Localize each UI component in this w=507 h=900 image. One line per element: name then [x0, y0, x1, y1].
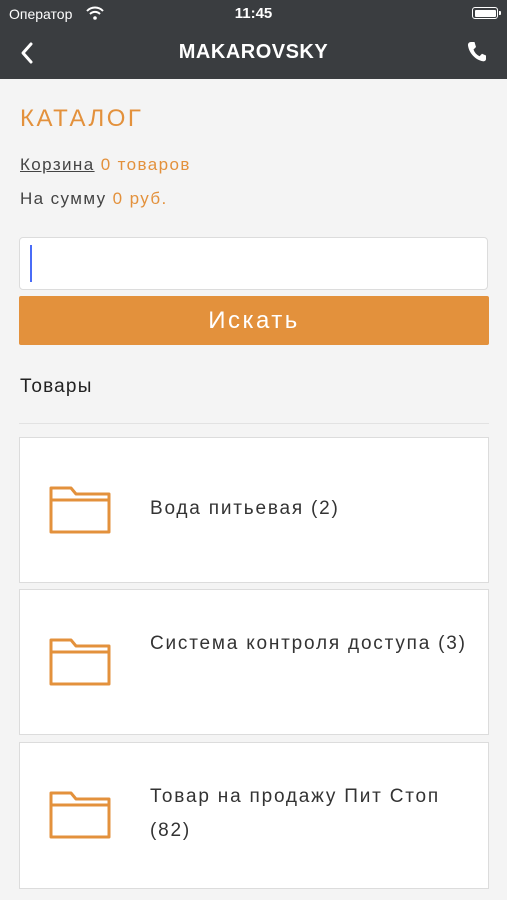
cart-summary: Корзина 0 товаров [20, 155, 191, 175]
section-title: Товары [20, 376, 93, 397]
cart-total: На сумму 0 руб. [20, 189, 168, 209]
category-card-water[interactable]: Вода питьевая (2) [19, 437, 489, 583]
category-label: Вода питьевая (2) [150, 498, 340, 519]
search-input[interactable] [19, 237, 488, 290]
sum-value: 0 руб. [112, 189, 168, 208]
nav-bar: MAKAROVSKY [0, 28, 507, 79]
battery-icon [472, 7, 501, 19]
search-button[interactable]: Искать [19, 296, 489, 345]
page-title: MAKAROVSKY [178, 41, 329, 63]
text-cursor [30, 245, 32, 282]
status-bar: Оператор 11:45 [0, 0, 507, 28]
cart-count: 0 товаров [100, 155, 191, 174]
category-card-access-control[interactable]: Система контроля доступа (3) [19, 589, 489, 735]
clock: 11:45 [234, 5, 273, 22]
phone-icon[interactable] [467, 41, 487, 68]
folder-icon [49, 791, 111, 844]
folder-icon [49, 486, 111, 539]
category-card-pit-stop[interactable]: Товар на продажу Пит Стоп (82) [19, 742, 489, 889]
cart-link[interactable]: Корзина [20, 155, 95, 174]
divider [19, 423, 489, 424]
sum-label: На сумму [20, 189, 107, 208]
category-label: Система контроля доступа (3) [150, 633, 467, 654]
folder-icon [49, 638, 111, 691]
catalog-heading: КАТАЛОГ [20, 105, 144, 132]
category-label: Товар на продажу Пит Стоп (82) [150, 786, 440, 841]
